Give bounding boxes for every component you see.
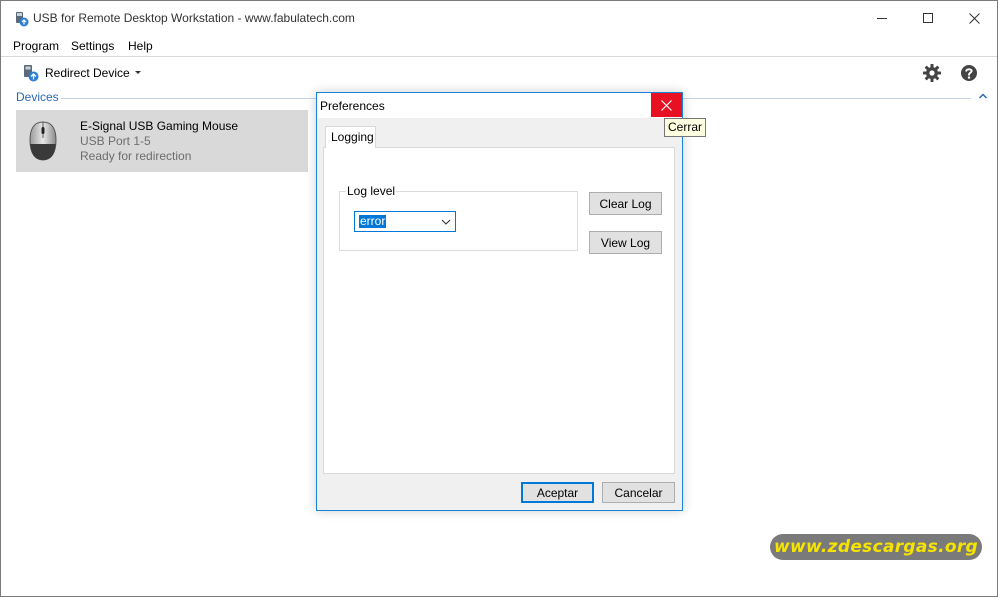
watermark-text: www.zdescargas.org xyxy=(774,537,978,557)
menu-bar: Program Settings Help xyxy=(1,35,997,57)
devices-header: Devices xyxy=(16,90,59,104)
dialog-close-button[interactable] xyxy=(651,93,682,117)
mouse-icon xyxy=(29,121,57,161)
help-icon[interactable] xyxy=(959,63,979,83)
gear-icon[interactable] xyxy=(922,63,942,83)
device-name: E-Signal USB Gaming Mouse xyxy=(80,119,239,133)
log-level-group: Log level error xyxy=(339,184,578,251)
chevron-down-icon[interactable] xyxy=(132,66,144,78)
logging-panel: Log level error Clear Log View Log xyxy=(323,147,675,474)
cancel-button[interactable]: Cancelar xyxy=(602,482,675,503)
redirect-device-button[interactable]: Redirect Device xyxy=(21,61,130,85)
accept-button[interactable]: Aceptar xyxy=(521,482,594,503)
tab-logging-label: Logging xyxy=(331,130,374,144)
close-window-button[interactable] xyxy=(951,1,997,35)
maximize-button[interactable] xyxy=(905,1,951,35)
menu-program[interactable]: Program xyxy=(13,39,59,53)
watermark: www.zdescargas.org xyxy=(770,534,982,560)
log-level-value: error xyxy=(359,214,387,228)
device-port: USB Port 1-5 xyxy=(80,134,151,148)
close-icon xyxy=(968,12,980,24)
title-bar[interactable]: USB for Remote Desktop Workstation - www… xyxy=(1,1,997,35)
menu-settings[interactable]: Settings xyxy=(71,39,114,53)
chevron-up-icon[interactable] xyxy=(978,92,988,100)
menu-help[interactable]: Help xyxy=(128,39,153,53)
usb-redirect-icon xyxy=(24,65,39,82)
toolbar: Redirect Device xyxy=(1,58,997,88)
maximize-icon xyxy=(923,13,933,23)
device-status: Ready for redirection xyxy=(80,149,192,163)
minimize-button[interactable] xyxy=(859,1,905,35)
dialog-title-bar[interactable]: Preferences xyxy=(317,93,682,118)
tab-logging[interactable]: Logging xyxy=(325,126,376,148)
view-log-button[interactable]: View Log xyxy=(589,231,662,254)
chevron-down-icon xyxy=(441,219,451,225)
close-tooltip: Cerrar xyxy=(664,118,707,137)
device-item[interactable]: E-Signal USB Gaming Mouse USB Port 1-5 R… xyxy=(16,110,308,172)
clear-log-button[interactable]: Clear Log xyxy=(589,192,662,215)
log-level-label: Log level xyxy=(346,184,397,198)
minimize-icon xyxy=(877,18,887,19)
usb-app-icon xyxy=(16,12,29,27)
log-level-select[interactable]: error xyxy=(354,211,456,232)
redirect-device-label: Redirect Device xyxy=(45,66,130,80)
preferences-dialog: Preferences Logging Log level error Clea… xyxy=(316,92,683,511)
window-title: USB for Remote Desktop Workstation - www… xyxy=(33,11,355,25)
close-icon xyxy=(661,99,672,111)
dialog-title: Preferences xyxy=(320,99,385,113)
